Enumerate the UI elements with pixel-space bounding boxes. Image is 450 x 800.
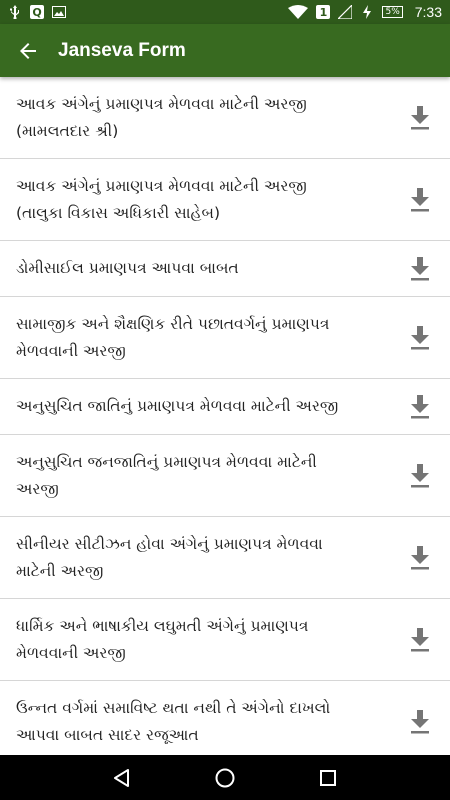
list-item[interactable]: ઉન્નત વર્ગમાં સમાવિષ્ટ થતા નથી તે અંગેનો… [0, 681, 450, 755]
download-button[interactable] [400, 249, 440, 289]
item-text: સીનીયર સીટીઝન હોવા અંગેનું પ્રમાણપત્ર મે… [16, 531, 323, 585]
download-button[interactable] [400, 180, 440, 220]
item-line-1: સામાજીક અને શૈક્ષણિક રીતે પછાતવર્ગનું પ્… [16, 314, 330, 333]
back-button[interactable] [16, 39, 40, 63]
download-button[interactable] [400, 98, 440, 138]
download-icon [411, 394, 429, 418]
square-recents-icon [320, 769, 337, 786]
status-time: 7:33 [414, 4, 442, 20]
download-button[interactable] [400, 538, 440, 578]
download-icon [411, 545, 429, 569]
app-bar: Janseva Form [0, 24, 450, 77]
item-line-2: (તાલુકા વિકાસ અધિકારી સાહેબ) [16, 203, 221, 222]
download-icon [411, 627, 429, 651]
item-line-2: આપવા બાબત સાદર રજૂઆત [16, 725, 199, 744]
triangle-back-icon [113, 768, 129, 787]
item-line-1: ડોમીસાઈલ પ્રમાણપત્ર આપવા બાબત [16, 259, 239, 277]
download-button[interactable] [400, 620, 440, 660]
list-item[interactable]: સામાજીક અને શૈક્ષણિક રીતે પછાતવર્ગનું પ્… [0, 297, 450, 379]
download-button[interactable] [400, 318, 440, 358]
item-text: અનુસુચિત જનજાતિનું પ્રમાણપત્ર મેળવવા માટ… [16, 449, 317, 503]
item-line-1: ધાર્મિક અને ભાષાકીય લઘુમતી અંગેનું પ્રમા… [16, 616, 309, 635]
item-line-2: મેળવવાની અરજી [16, 341, 126, 360]
arrow-back-icon [20, 42, 36, 59]
wifi-icon [288, 5, 309, 19]
nav-back-button[interactable] [102, 758, 142, 798]
item-text: આવક અંગેનું પ્રમાણપત્ર મેળવવા માટેની અરજ… [16, 173, 307, 227]
item-text: ધાર્મિક અને ભાષાકીય લઘુમતી અંગેનું પ્રમા… [16, 613, 308, 667]
item-line-1: ઉન્નત વર્ગમાં સમાવિષ્ટ થતા નથી તે અંગેનો… [16, 698, 331, 717]
form-list[interactable]: આવક અંગેનું પ્રમાણપત્ર મેળવવા માટેની અરજ… [0, 77, 450, 755]
signal-icon [338, 5, 353, 19]
list-item[interactable]: આવક અંગેનું પ્રમાણપત્ર મેળવવા માટેની અરજ… [0, 77, 450, 159]
nav-home-button[interactable] [205, 758, 245, 798]
download-button[interactable] [400, 702, 440, 742]
list-item[interactable]: અનુસુચિત જાતિનું પ્રમાણપત્ર મેળવવા માટેન… [0, 379, 450, 435]
nav-recents-button[interactable] [308, 758, 348, 798]
usb-icon [8, 5, 22, 19]
navigation-bar [0, 755, 450, 800]
item-text: આવક અંગેનું પ્રમાણપત્ર મેળવવા માટેની અરજ… [16, 91, 307, 145]
item-text: ડોમીસાઈલ પ્રમાણપત્ર આપવા બાબત [16, 255, 239, 282]
circle-home-icon [215, 768, 235, 787]
item-line-1: અનુસુચિત જાતિનું પ્રમાણપત્ર મેળવવા માટેન… [16, 397, 339, 415]
download-button[interactable] [400, 387, 440, 427]
sim-badge: 1 [316, 5, 331, 19]
image-icon [52, 5, 66, 19]
app-title: Janseva Form [58, 39, 186, 61]
item-line-1: સીનીયર સીટીઝન હોવા અંગેનું પ્રમાણપત્ર મે… [16, 534, 323, 553]
download-icon [411, 256, 429, 280]
download-icon [411, 709, 429, 733]
item-line-1: અનુસુચિત જનજાતિનું પ્રમાણપત્ર મેળવવા માટ… [16, 452, 317, 471]
item-text: અનુસુચિત જાતિનું પ્રમાણપત્ર મેળવવા માટેન… [16, 393, 338, 420]
download-icon [411, 187, 429, 211]
battery-level: 5% [382, 6, 403, 18]
item-line-2: માટેની અરજી [16, 561, 104, 580]
item-line-2: અરજી [16, 479, 59, 498]
item-line-1: આવક અંગેનું પ્રમાણપત્ર મેળવવા માટેની અરજ… [16, 94, 307, 113]
download-icon [411, 105, 429, 129]
status-bar: Q 1 5% 7:33 [0, 0, 450, 24]
item-text: ઉન્નત વર્ગમાં સમાવિષ્ટ થતા નથી તે અંગેનો… [16, 695, 330, 749]
item-line-2: (મામલતદાર શ્રી) [16, 121, 119, 140]
list-item[interactable]: સીનીયર સીટીઝન હોવા અંગેનું પ્રમાણપત્ર મે… [0, 517, 450, 599]
list-item[interactable]: અનુસુચિત જનજાતિનું પ્રમાણપત્ર મેળવવા માટ… [0, 435, 450, 517]
notification-q-icon: Q [30, 5, 44, 19]
status-right: 1 5% 7:33 [288, 4, 442, 20]
status-left: Q [8, 5, 66, 19]
download-button[interactable] [400, 456, 440, 496]
charging-icon [360, 5, 374, 19]
item-line-2: મેળવવાની અરજી [16, 643, 126, 662]
list-item[interactable]: ધાર્મિક અને ભાષાકીય લઘુમતી અંગેનું પ્રમા… [0, 599, 450, 681]
download-icon [411, 325, 429, 349]
item-line-1: આવક અંગેનું પ્રમાણપત્ર મેળવવા માટેની અરજ… [16, 176, 307, 195]
download-icon [411, 463, 429, 487]
list-item[interactable]: ડોમીસાઈલ પ્રમાણપત્ર આપવા બાબત [0, 241, 450, 297]
list-item[interactable]: આવક અંગેનું પ્રમાણપત્ર મેળવવા માટેની અરજ… [0, 159, 450, 241]
item-text: સામાજીક અને શૈક્ષણિક રીતે પછાતવર્ગનું પ્… [16, 311, 329, 365]
